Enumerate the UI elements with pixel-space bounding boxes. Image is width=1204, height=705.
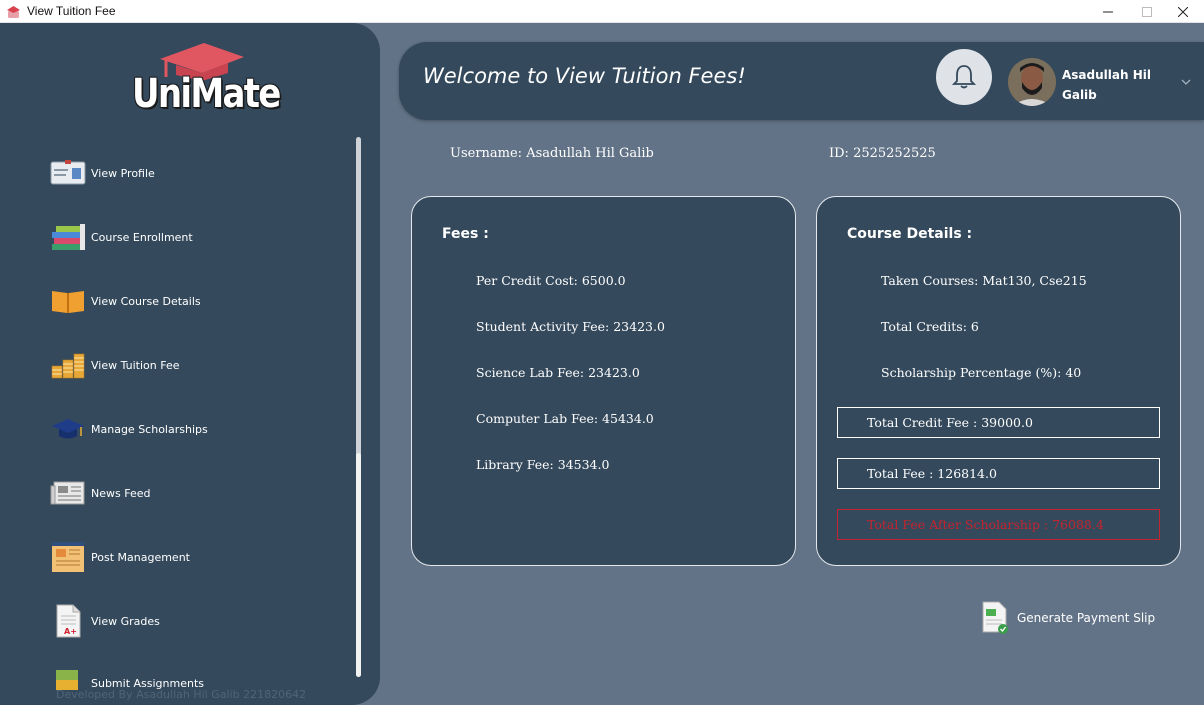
username-label: Username: Asadullah Hil Galib	[450, 146, 654, 161]
sidebar-item-label: View Profile	[91, 166, 155, 180]
per-credit-cost: Per Credit Cost: 6500.0	[476, 273, 626, 288]
course-details-card: Course Details : Taken Courses: Mat130, …	[816, 196, 1181, 566]
bell-icon	[952, 65, 976, 89]
window-title-bar: View Tuition Fee	[0, 0, 1204, 23]
minimize-button[interactable]	[1087, 0, 1129, 23]
sidebar-item-news-feed[interactable]: News Feed	[50, 475, 150, 511]
sidebar-item-view-profile[interactable]: View Profile	[50, 155, 155, 191]
sidebar-item-label: Manage Scholarships	[91, 422, 208, 436]
sidebar-item-label: View Grades	[91, 614, 160, 628]
coins-icon	[50, 348, 86, 382]
sidebar-item-label: View Course Details	[91, 294, 201, 308]
sidebar: UniMate View Profile Course Enrollment V…	[0, 23, 380, 705]
student-id-label: ID: 2525252525	[829, 146, 936, 161]
notification-button[interactable]	[936, 49, 992, 105]
total-credits: Total Credits: 6	[881, 319, 979, 334]
avatar[interactable]	[1008, 58, 1056, 106]
sidebar-item-view-course-details[interactable]: View Course Details	[50, 283, 201, 319]
sidebar-item-label: Post Management	[91, 550, 190, 564]
student-activity-fee: Student Activity Fee: 23423.0	[476, 319, 665, 334]
page-title: Welcome to View Tuition Fees!	[423, 64, 746, 88]
post-board-icon	[50, 540, 86, 574]
generate-payment-slip-label: Generate Payment Slip	[1017, 611, 1156, 625]
minimize-icon	[1103, 11, 1113, 12]
graduation-cap-icon	[50, 412, 86, 446]
sidebar-item-course-enrollment[interactable]: Course Enrollment	[50, 219, 193, 255]
total-credit-fee-box: Total Credit Fee : 39000.0	[837, 407, 1160, 438]
generate-payment-slip-button[interactable]: Generate Payment Slip	[981, 600, 1155, 636]
fees-title: Fees :	[442, 226, 489, 242]
id-card-icon	[50, 156, 86, 190]
sidebar-scroll-thumb[interactable]	[356, 453, 361, 677]
sidebar-item-label: News Feed	[91, 486, 151, 500]
close-button[interactable]	[1162, 0, 1204, 23]
sidebar-item-view-grades[interactable]: A+ View Grades	[50, 603, 160, 639]
books-stack-icon	[50, 220, 86, 254]
header-bar: Welcome to View Tuition Fees! Asadullah …	[399, 42, 1204, 120]
scholarship-percentage: Scholarship Percentage (%): 40	[881, 365, 1082, 380]
window-title: View Tuition Fee	[27, 4, 116, 18]
logo-text: UniMate	[132, 71, 281, 117]
total-fee-box: Total Fee : 126814.0	[837, 458, 1160, 489]
user-photo-icon	[1008, 58, 1056, 106]
document-check-icon	[982, 601, 1008, 634]
unimate-logo: UniMate	[132, 41, 281, 121]
computer-lab-fee: Computer Lab Fee: 45434.0	[476, 411, 654, 426]
developer-credit: Developed By Asadullah Hil Galib 2218206…	[56, 688, 307, 701]
grade-sheet-icon: A+	[50, 604, 86, 638]
course-details-title: Course Details :	[847, 226, 973, 242]
taken-courses: Taken Courses: Mat130, Cse215	[881, 273, 1087, 288]
app-icon	[7, 6, 20, 18]
open-book-icon	[50, 284, 86, 318]
sidebar-item-post-management[interactable]: Post Management	[50, 539, 190, 575]
total-fee-after-scholarship-box: Total Fee After Scholarship : 76088.4	[837, 509, 1160, 540]
maximize-icon	[1142, 6, 1152, 17]
newspaper-icon	[50, 476, 86, 510]
science-lab-fee: Science Lab Fee: 23423.0	[476, 365, 640, 380]
close-icon	[1178, 6, 1188, 17]
sidebar-item-label: View Tuition Fee	[91, 358, 180, 372]
sidebar-item-label: Course Enrollment	[91, 230, 193, 244]
sidebar-item-view-tuition-fee[interactable]: View Tuition Fee	[50, 347, 180, 383]
library-fee: Library Fee: 34534.0	[476, 457, 610, 472]
svg-text:A+: A+	[64, 627, 77, 636]
user-name: Asadullah Hil Galib	[1062, 68, 1151, 102]
fees-card: Fees : Per Credit Cost: 6500.0 Student A…	[411, 196, 796, 566]
chevron-down-icon[interactable]	[1180, 76, 1192, 88]
sidebar-item-manage-scholarships[interactable]: Manage Scholarships	[50, 411, 208, 447]
sidebar-scrollbar[interactable]	[356, 137, 361, 677]
